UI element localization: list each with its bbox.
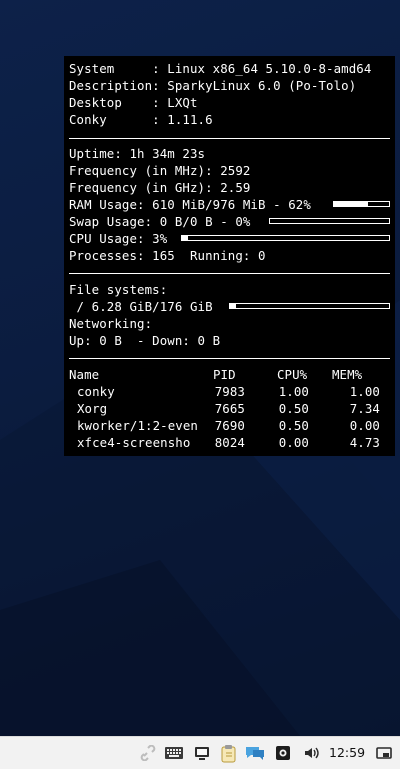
frequency-ghz-text: Frequency (in GHz): 2.59: [69, 180, 251, 195]
networking-title: Networking:: [69, 316, 153, 331]
process-mem: 0.00: [349, 418, 380, 433]
desktop-label: Desktop :: [69, 95, 160, 110]
frequency-mhz-text: Frequency (in MHz): 2592: [69, 163, 251, 178]
process-name: xfce4-screensho: [77, 435, 191, 450]
processes-text: Processes: 165 Running: 0: [69, 248, 266, 263]
ram-usage-text: RAM Usage: 610 MiB/976 MiB - 62%: [69, 197, 311, 212]
header-name: Name: [69, 367, 100, 382]
desktop-row: Desktop : LXQt: [69, 94, 198, 111]
process-name: Xorg: [77, 401, 108, 416]
process-pid: 7690: [214, 418, 245, 433]
root-filesystem-text: / 6.28 GiB/176 GiB: [69, 299, 213, 314]
swap-usage-text: Swap Usage: 0 B/0 B - 0%: [69, 214, 251, 229]
process-cpu: 1.00: [278, 384, 309, 399]
volume-icon[interactable]: [303, 745, 321, 761]
process-pid: 7983: [214, 384, 245, 399]
description-row: Description: SparkyLinux 6.0 (Po-Tolo): [69, 77, 356, 94]
keyboard-icon[interactable]: [164, 745, 183, 761]
process-name: kworker/1:2-even: [77, 418, 198, 433]
process-pid: 8024: [214, 435, 245, 450]
divider: [69, 358, 390, 359]
conky-row: Conky : 1.11.6: [69, 111, 213, 128]
process-pid: 7665: [214, 401, 245, 416]
link-icon[interactable]: [139, 744, 157, 762]
system-value: Linux x86_64 5.10.0-8-amd64: [167, 61, 372, 76]
divider: [69, 273, 390, 274]
process-mem: 4.73: [349, 435, 380, 450]
process-cpu: 0.00: [278, 435, 309, 450]
chat-icon[interactable]: [245, 745, 264, 761]
file-systems-title: File systems:: [69, 282, 168, 297]
process-cpu: 0.50: [278, 401, 309, 416]
uptime-text: Uptime: 1h 34m 23s: [69, 146, 206, 161]
header-cpu: CPU%: [277, 367, 308, 382]
cpu-usage-bar-fill: [182, 236, 189, 240]
desktop-value: LXQt: [167, 95, 198, 110]
root-filesystem-bar: [229, 303, 390, 309]
swap-usage-bar: [269, 218, 390, 224]
network-traffic-text: Up: 0 B - Down: 0 B: [69, 333, 221, 348]
system-label: System :: [69, 61, 160, 76]
cpu-usage-bar: [181, 235, 390, 241]
conky-value: 1.11.6: [167, 112, 213, 127]
divider: [69, 138, 390, 139]
ram-usage-bar: [333, 201, 390, 207]
root-filesystem-bar-fill: [230, 304, 237, 308]
header-pid: PID: [213, 367, 236, 382]
desktop-background: System : Linux x86_64 5.10.0-8-amd64 Des…: [0, 0, 400, 736]
process-cpu: 0.50: [278, 418, 309, 433]
conky-widget: System : Linux x86_64 5.10.0-8-amd64 Des…: [64, 56, 395, 456]
show-desktop-icon[interactable]: [375, 745, 393, 761]
process-mem: 7.34: [349, 401, 380, 416]
screenshot-icon[interactable]: [274, 745, 292, 761]
clock[interactable]: 12:59: [329, 745, 365, 760]
description-label: Description:: [69, 78, 160, 93]
description-value: SparkyLinux 6.0 (Po-Tolo): [167, 78, 357, 93]
header-mem: MEM%: [332, 367, 363, 382]
conky-label: Conky :: [69, 112, 160, 127]
system-row: System : Linux x86_64 5.10.0-8-amd64: [69, 60, 371, 77]
process-name: conky: [77, 384, 115, 399]
taskbar: 12:59: [0, 736, 400, 769]
monitor-icon[interactable]: [193, 745, 211, 761]
ram-usage-bar-fill: [334, 202, 369, 206]
clipboard-icon[interactable]: [219, 745, 237, 763]
cpu-usage-text: CPU Usage: 3%: [69, 231, 168, 246]
process-mem: 1.00: [349, 384, 380, 399]
